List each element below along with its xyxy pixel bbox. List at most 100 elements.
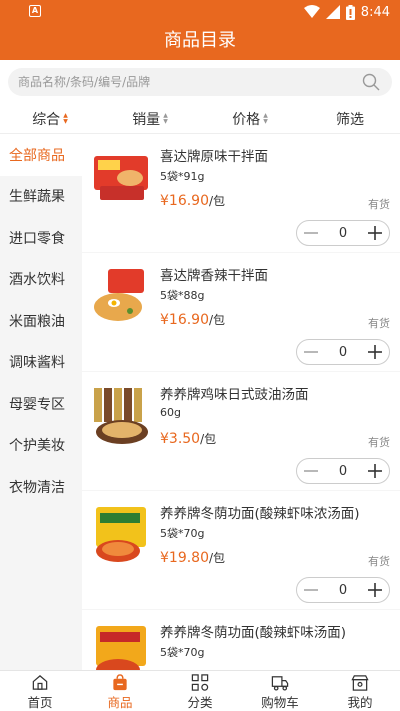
sidebar-item-sauces[interactable]: 调味酱料 xyxy=(0,342,82,384)
price-value: ¥16.90 xyxy=(160,193,209,209)
increase-button[interactable] xyxy=(361,340,389,364)
sidebar-item-label: 酒水饮料 xyxy=(9,272,65,289)
search-icon[interactable] xyxy=(362,73,380,91)
plus-icon xyxy=(368,345,382,359)
product-image xyxy=(94,156,148,200)
minus-icon xyxy=(304,351,318,353)
sort-sales[interactable]: 销量 ▲ ▼ xyxy=(100,104,200,133)
decrease-button[interactable] xyxy=(297,459,325,483)
sort-comprehensive[interactable]: 综合 ▲ ▼ xyxy=(0,104,100,133)
product-name: 喜达牌原味干拌面 xyxy=(160,149,268,165)
price-value: ¥3.50 xyxy=(160,431,201,447)
sort-filter[interactable]: 筛选 xyxy=(300,104,400,133)
nav-label: 商品 xyxy=(107,695,133,710)
clock: 8:44 xyxy=(360,4,390,20)
increase-button[interactable] xyxy=(361,578,389,602)
price-unit: /包 xyxy=(209,313,226,327)
sidebar-item-label: 个护美妆 xyxy=(9,438,65,455)
sidebar-item-label: 全部商品 xyxy=(9,147,65,164)
home-icon xyxy=(32,675,48,690)
nav-mine[interactable]: 我的 xyxy=(320,671,400,711)
product-image xyxy=(96,507,146,562)
page-title: 商品目录 xyxy=(0,24,400,60)
price-unit: /包 xyxy=(209,194,226,208)
quantity-value[interactable]: 0 xyxy=(325,345,361,360)
sidebar-item-label: 衣物清洁 xyxy=(9,479,65,496)
product-card[interactable]: 养养牌鸡味日式豉油汤面 60g ¥3.50/包 有货 0 xyxy=(82,372,400,490)
sidebar-item-label: 母婴专区 xyxy=(9,396,65,413)
search-area xyxy=(0,60,400,104)
sidebar-item-laundry[interactable]: 衣物清洁 xyxy=(0,466,82,508)
nav-category[interactable]: 分类 xyxy=(160,671,240,711)
product-card[interactable]: 喜达牌香辣干拌面 5袋*88g ¥16.90/包 有货 0 xyxy=(82,253,400,371)
sidebar-item-label: 进口零食 xyxy=(9,230,65,247)
price-unit: /包 xyxy=(200,432,217,446)
stock-status: 有货 xyxy=(368,317,390,330)
stock-status: 有货 xyxy=(368,198,390,211)
plus-icon xyxy=(368,583,382,597)
wifi-icon xyxy=(303,5,320,18)
search-input[interactable] xyxy=(8,68,348,96)
decrease-button[interactable] xyxy=(297,578,325,602)
minus-icon xyxy=(304,589,318,591)
product-price: ¥19.80/包 xyxy=(160,549,225,566)
sidebar-item-beauty[interactable]: 个护美妆 xyxy=(0,425,82,467)
status-bar: A 8:44 xyxy=(0,0,400,24)
increase-button[interactable] xyxy=(361,459,389,483)
notification-icon: A xyxy=(29,5,41,17)
product-name: 养养牌冬荫功面(酸辣虾味汤面) xyxy=(160,625,347,641)
decrease-button[interactable] xyxy=(297,340,325,364)
product-spec: 5袋*91g xyxy=(160,170,205,183)
sidebar-item-drinks[interactable]: 酒水饮料 xyxy=(0,259,82,301)
plus-icon xyxy=(368,464,382,478)
system-tray: 8:44 xyxy=(303,3,390,21)
nav-home[interactable]: 首页 xyxy=(0,671,80,711)
sort-arrows-icon: ▲ ▼ xyxy=(263,111,268,125)
increase-button[interactable] xyxy=(361,221,389,245)
sort-bar: 综合 ▲ ▼ 销量 ▲ ▼ 价格 ▲ ▼ 筛选 xyxy=(0,104,400,134)
sort-arrows-icon: ▲ ▼ xyxy=(163,111,168,125)
quantity-value[interactable]: 0 xyxy=(325,583,361,598)
product-image xyxy=(94,388,148,444)
sidebar-item-imported-snacks[interactable]: 进口零食 xyxy=(0,217,82,259)
product-image xyxy=(96,626,146,670)
quantity-value[interactable]: 0 xyxy=(325,464,361,479)
product-image xyxy=(94,269,144,321)
product-spec: 5袋*70g xyxy=(160,646,205,659)
product-spec: 60g xyxy=(160,406,181,419)
product-card[interactable]: 养养牌冬荫功面(酸辣虾味汤面) 5袋*70g xyxy=(82,610,400,670)
sidebar-item-fresh[interactable]: 生鲜蔬果 xyxy=(0,176,82,218)
product-name: 喜达牌香辣干拌面 xyxy=(160,268,268,284)
decrease-button[interactable] xyxy=(297,221,325,245)
truck-icon xyxy=(271,676,289,691)
quantity-stepper: 0 xyxy=(296,220,390,246)
product-price: ¥3.50/包 xyxy=(160,430,216,447)
nav-products[interactable]: 商品 xyxy=(80,671,160,711)
product-card[interactable]: 养养牌冬荫功面(酸辣虾味浓汤面) 5袋*70g ¥19.80/包 有货 0 xyxy=(82,491,400,609)
product-card[interactable]: 喜达牌原味干拌面 5袋*91g ¥16.90/包 有货 0 xyxy=(82,134,400,252)
sidebar-item-grains[interactable]: 米面粮油 xyxy=(0,300,82,342)
category-icon xyxy=(191,674,209,691)
sort-price[interactable]: 价格 ▲ ▼ xyxy=(200,104,300,133)
quantity-value[interactable]: 0 xyxy=(325,226,361,241)
minus-icon xyxy=(304,470,318,472)
product-price: ¥16.90/包 xyxy=(160,192,225,209)
nav-label: 分类 xyxy=(187,695,213,710)
sort-label: 综合 xyxy=(32,111,61,128)
sidebar-item-label: 调味酱料 xyxy=(9,355,65,372)
product-name: 养养牌鸡味日式豉油汤面 xyxy=(160,387,309,403)
sort-label: 价格 xyxy=(232,111,261,128)
nav-label: 我的 xyxy=(347,695,373,710)
product-spec: 5袋*88g xyxy=(160,289,205,302)
sort-arrows-icon: ▲ ▼ xyxy=(63,111,68,125)
price-value: ¥16.90 xyxy=(160,312,209,328)
stock-status: 有货 xyxy=(368,436,390,449)
sidebar-item-all[interactable]: 全部商品 xyxy=(0,134,82,176)
sidebar-item-baby[interactable]: 母婴专区 xyxy=(0,383,82,425)
nav-label: 首页 xyxy=(27,695,53,710)
quantity-stepper: 0 xyxy=(296,339,390,365)
store-icon xyxy=(351,675,369,691)
product-list: 喜达牌原味干拌面 5袋*91g ¥16.90/包 有货 0 喜达牌香辣干拌面 5… xyxy=(82,134,400,670)
product-name: 养养牌冬荫功面(酸辣虾味浓汤面) xyxy=(160,506,360,522)
nav-cart[interactable]: 购物车 xyxy=(240,671,320,711)
